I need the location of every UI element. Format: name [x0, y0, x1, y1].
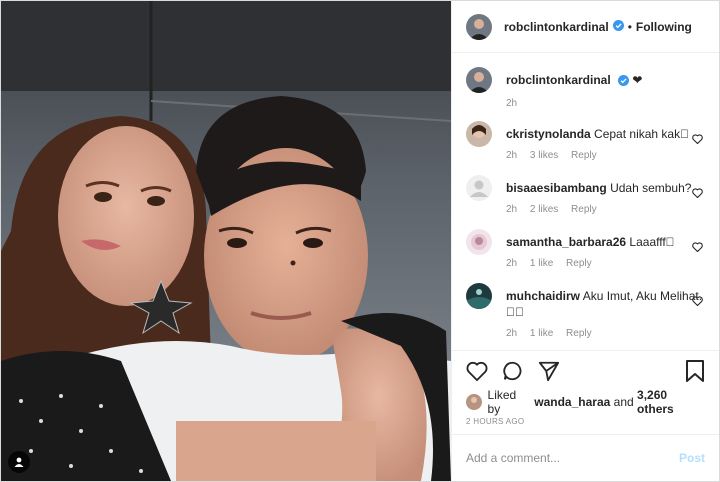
like-comment-heart-icon[interactable]	[692, 241, 703, 255]
comment-username[interactable]: muhchaidirw	[506, 289, 580, 303]
avatar[interactable]	[466, 175, 492, 201]
verified-badge-icon	[612, 19, 624, 34]
post-header: robclintonkardinal • Following	[452, 1, 719, 53]
likes-user-link[interactable]: wanda_haraa	[534, 395, 610, 409]
comment-bubble-icon[interactable]	[502, 360, 524, 382]
comment-text: Udah sembuh?	[610, 181, 692, 195]
likes-prefix: Liked by	[487, 388, 517, 416]
like-heart-icon[interactable]	[466, 361, 488, 381]
likes-summary: Liked by wanda_haraa and 3,260 others	[452, 388, 719, 416]
header-username[interactable]: robclintonkardinal	[504, 20, 609, 34]
comment-item: ckristynolanda Cepat nikah kak  2h 3 lik…	[466, 121, 705, 161]
bookmark-icon[interactable]	[685, 360, 705, 382]
comment-time[interactable]: 2h	[506, 204, 517, 215]
avatar[interactable]	[466, 121, 492, 147]
likes-others-link[interactable]: 3,260 others	[637, 388, 705, 416]
comment-text: Cepat nikah kak 	[594, 127, 690, 141]
caption-time[interactable]: 2h	[506, 98, 517, 109]
user-tag-icon[interactable]	[8, 451, 30, 473]
comment-username[interactable]: samantha_barbara26	[506, 235, 626, 249]
comment-text: Laaafff 	[629, 235, 675, 249]
likes-middle: and	[613, 395, 634, 409]
comment-item: muhchaidirw Aku Imut, Aku Melihat.    2h…	[466, 283, 705, 339]
comment-time[interactable]: 2h	[506, 150, 517, 161]
post-photo[interactable]	[1, 1, 451, 481]
avatar[interactable]	[466, 283, 492, 309]
comment-item: samantha_barbara26 Laaafff  2h 1 like Re…	[466, 229, 705, 269]
post-side-panel: robclintonkardinal • Following robclinto…	[451, 1, 719, 481]
comment-time[interactable]: 2h	[506, 258, 517, 269]
add-comment-input[interactable]	[466, 451, 679, 465]
comment-likes[interactable]: 1 like	[530, 258, 553, 269]
verified-badge-icon	[618, 74, 630, 90]
post-comment-button[interactable]: Post	[679, 451, 705, 465]
comment-time[interactable]: 2h	[506, 328, 517, 339]
comments-list[interactable]: robclintonkardinal ❤ 2h ckristynolanda C…	[452, 53, 719, 351]
add-comment-bar: Post	[452, 435, 719, 481]
post-timestamp[interactable]: 2 HOURS AGO	[452, 413, 719, 435]
comment-likes[interactable]: 1 like	[530, 328, 553, 339]
comment-likes[interactable]: 2 likes	[530, 204, 558, 215]
post-actions-bar	[452, 351, 719, 391]
like-comment-heart-icon[interactable]	[692, 133, 703, 147]
comment-likes[interactable]: 3 likes	[530, 150, 558, 161]
comment-username[interactable]: ckristynolanda	[506, 127, 591, 141]
share-send-icon[interactable]	[538, 360, 560, 382]
header-separator: •	[627, 19, 632, 34]
avatar[interactable]	[466, 394, 482, 410]
avatar[interactable]	[466, 67, 492, 93]
avatar[interactable]	[466, 229, 492, 255]
reply-button[interactable]: Reply	[566, 328, 592, 339]
avatar[interactable]	[466, 13, 492, 40]
following-button[interactable]: Following	[636, 20, 692, 34]
selfie-image	[1, 1, 451, 481]
like-comment-heart-icon[interactable]	[692, 295, 703, 309]
comment-item: bisaaesibambang Udah sembuh? 2h 2 likes …	[466, 175, 705, 215]
caption-text: ❤	[632, 73, 643, 87]
caption-username[interactable]: robclintonkardinal	[506, 73, 611, 87]
reply-button[interactable]: Reply	[571, 150, 597, 161]
post-caption: robclintonkardinal ❤ 2h	[466, 67, 705, 109]
post-window: robclintonkardinal • Following robclinto…	[0, 0, 720, 482]
comment-username[interactable]: bisaaesibambang	[506, 181, 607, 195]
reply-button[interactable]: Reply	[571, 204, 597, 215]
reply-button[interactable]: Reply	[566, 258, 592, 269]
like-comment-heart-icon[interactable]	[692, 187, 703, 201]
